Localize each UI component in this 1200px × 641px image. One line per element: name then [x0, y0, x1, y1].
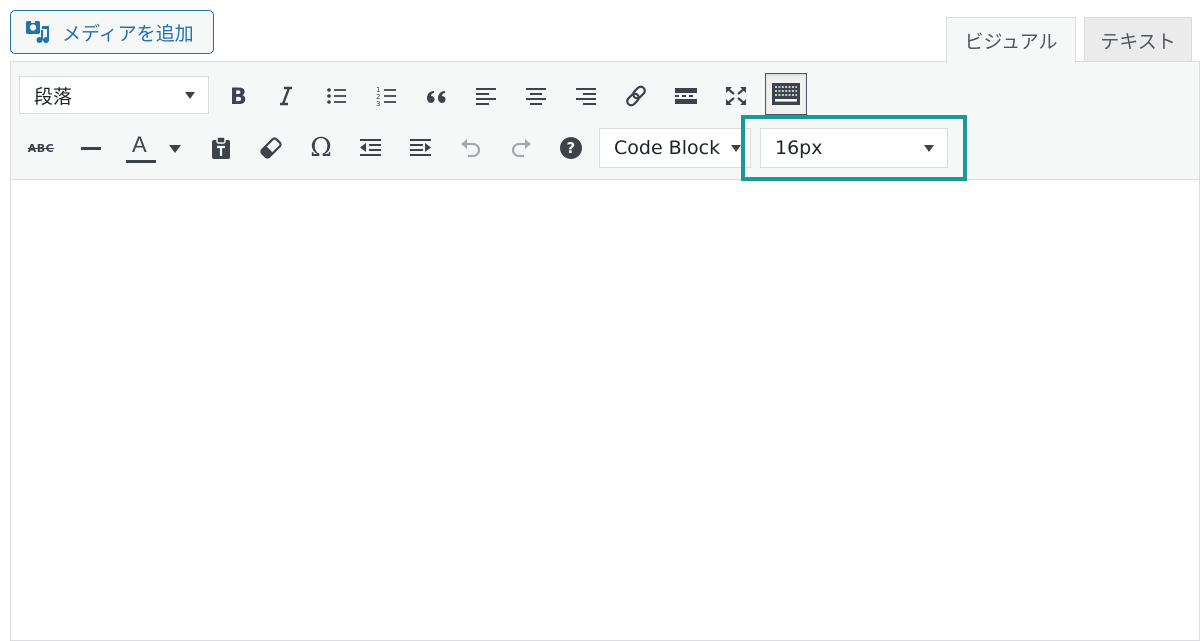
editor-content-area[interactable] — [11, 180, 1199, 640]
format-select-value: 段落 — [34, 85, 73, 108]
numbered-list-button[interactable]: 1 2 3 — [367, 76, 407, 116]
svg-text:?: ? — [567, 139, 576, 157]
redo-icon — [511, 139, 531, 158]
help-icon: ? — [560, 137, 582, 159]
tab-visual[interactable]: ビジュアル — [946, 17, 1076, 63]
align-center-button[interactable] — [516, 76, 556, 116]
font-size-select[interactable]: 16px — [760, 128, 948, 168]
outdent-button[interactable] — [351, 128, 391, 168]
strikethrough-button[interactable]: ABC — [21, 128, 61, 168]
redo-button[interactable] — [501, 128, 541, 168]
paste-text-icon — [212, 136, 230, 159]
chevron-down-icon — [924, 145, 934, 152]
fullscreen-button[interactable] — [716, 76, 756, 116]
special-character-button[interactable]: Ω — [301, 128, 341, 168]
chevron-down-icon — [169, 145, 181, 153]
special-character-icon: Ω — [310, 133, 332, 163]
paste-text-button[interactable] — [201, 128, 241, 168]
outdent-icon — [360, 139, 381, 156]
clear-formatting-button[interactable] — [251, 128, 291, 168]
strikethrough-icon: ABC — [27, 141, 55, 155]
text-color-icon: A — [124, 131, 158, 165]
read-more-icon — [675, 88, 697, 104]
indent-icon — [410, 139, 431, 156]
chevron-down-icon — [731, 145, 741, 152]
align-right-icon — [576, 88, 596, 105]
text-color-button[interactable]: A — [121, 128, 185, 168]
code-block-select-value: Code Block — [614, 137, 721, 159]
font-size-select-value: 16px — [775, 137, 823, 159]
undo-icon — [461, 139, 481, 158]
read-more-button[interactable] — [666, 76, 706, 116]
bullet-list-button[interactable] — [317, 76, 357, 116]
italic-icon — [280, 86, 292, 106]
editor-toolbar: 段落 B 1 2 3 ABC A Ω ? Code Block 16px — [11, 62, 1199, 180]
italic-button[interactable] — [266, 76, 306, 116]
toolbar-toggle-button[interactable] — [765, 73, 807, 115]
undo-button[interactable] — [451, 128, 491, 168]
align-right-button[interactable] — [566, 76, 606, 116]
bullet-list-icon — [327, 88, 346, 104]
numbered-list-icon: 1 2 3 — [376, 86, 396, 107]
align-center-icon — [526, 88, 546, 105]
text-color-swatch — [126, 160, 156, 163]
fullscreen-icon — [726, 87, 746, 105]
chevron-down-icon — [185, 92, 195, 99]
help-button[interactable]: ? — [551, 128, 591, 168]
toolbar-toggle-icon — [772, 83, 800, 105]
add-media-button[interactable]: メディアを追加 — [10, 10, 214, 54]
link-icon — [626, 85, 646, 107]
svg-text:3: 3 — [376, 100, 380, 107]
align-left-button[interactable] — [466, 76, 506, 116]
svg-text:B: B — [230, 85, 247, 107]
media-icon — [24, 18, 52, 46]
text-color-letter: A — [132, 132, 147, 157]
bold-button[interactable]: B — [217, 76, 257, 116]
bold-icon: B — [230, 85, 247, 107]
clear-formatting-icon — [260, 137, 282, 159]
blockquote-icon — [427, 91, 446, 103]
code-block-select[interactable]: Code Block — [599, 128, 751, 168]
indent-button[interactable] — [401, 128, 441, 168]
editor: 段落 B 1 2 3 ABC A Ω ? Code Block 16px — [10, 61, 1200, 641]
horizontal-line-button[interactable] — [71, 128, 111, 168]
format-select[interactable]: 段落 — [19, 76, 209, 114]
blockquote-button[interactable] — [416, 76, 456, 116]
horizontal-line-icon — [81, 147, 101, 150]
tab-text[interactable]: テキスト — [1084, 17, 1192, 62]
add-media-label: メディアを追加 — [62, 22, 194, 45]
link-button[interactable] — [616, 76, 656, 116]
align-left-icon — [476, 88, 496, 105]
